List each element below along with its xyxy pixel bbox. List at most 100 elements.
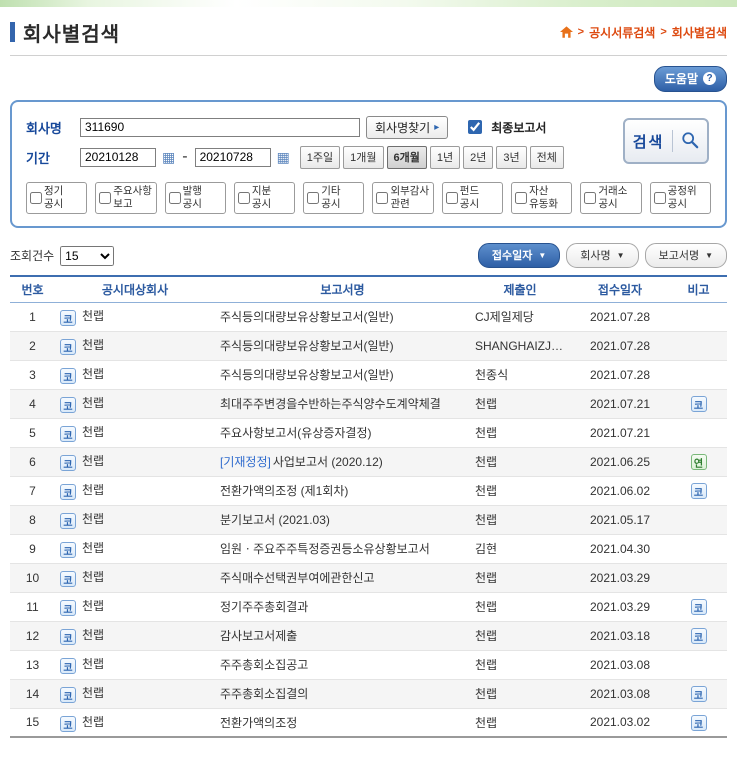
breadcrumb: > 공시서류검색 > 회사별검색 (559, 24, 727, 41)
period-button-6개월[interactable]: 6개월 (386, 145, 427, 169)
category-filter-외부감사[interactable]: 외부감사 관련 (372, 182, 434, 214)
market-badge-icon: 코 (60, 310, 76, 327)
period-label: 기간 (26, 150, 50, 166)
company-link[interactable]: 천랩 (82, 570, 104, 584)
remark-badge-icon[interactable]: 코 (690, 599, 707, 616)
remark-badge-icon[interactable]: 코 (690, 483, 707, 500)
dropdown-arrow-icon: ▼ (705, 250, 713, 260)
category-checkbox[interactable] (307, 192, 320, 204)
category-label-line1: 외부감사 (390, 185, 430, 198)
column-header: 보고서명 (215, 276, 470, 303)
date-from-input[interactable] (80, 147, 156, 167)
correction-tag[interactable]: [기재정정] (220, 455, 271, 469)
period-button-2년[interactable]: 2년 (463, 145, 494, 169)
company-link[interactable]: 천랩 (82, 454, 104, 468)
period-button-1개월[interactable]: 1개월 (343, 145, 384, 169)
search-button-label: 검색 (632, 133, 665, 151)
report-link[interactable]: 주식등의대량보유상황보고서(일반) (220, 368, 394, 382)
category-filter-기타[interactable]: 기타 공시 (303, 182, 365, 214)
sort-button-label: 접수일자 (491, 250, 533, 262)
company-link[interactable]: 천랩 (82, 599, 104, 613)
category-checkbox[interactable] (515, 192, 528, 204)
count-select[interactable]: 15 (60, 245, 115, 266)
report-link[interactable]: 주식등의대량보유상황보고서(일반) (220, 339, 394, 353)
company-link[interactable]: 천랩 (82, 396, 104, 410)
remark-badge-icon[interactable]: 코 (690, 396, 707, 413)
report-link[interactable]: 감사보고서제출 (220, 629, 297, 643)
sort-button-접수일자[interactable]: 접수일자 ▼ (477, 243, 561, 268)
company-link[interactable]: 천랩 (82, 512, 104, 526)
category-filter-발행[interactable]: 발행 공시 (164, 182, 226, 214)
period-button-전체[interactable]: 전체 (529, 145, 564, 169)
company-link[interactable]: 천랩 (82, 367, 104, 381)
period-button-1주일[interactable]: 1주일 (299, 145, 341, 169)
period-button-3년[interactable]: 3년 (496, 145, 527, 169)
company-link[interactable]: 천랩 (82, 483, 104, 497)
report-link[interactable]: 최대주주변경을수반하는주식양수도계약체결 (220, 397, 441, 411)
date-to-input[interactable] (194, 147, 271, 167)
breadcrumb-item-current[interactable]: 회사별검색 (672, 24, 727, 41)
help-button[interactable]: 도움말 ? (653, 66, 727, 92)
report-cell: 주식등의대량보유상황보고서(일반) (215, 360, 470, 390)
calendar-icon[interactable]: ▦ (277, 150, 290, 164)
company-link[interactable]: 천랩 (82, 541, 104, 555)
remark-badge-icon[interactable]: 코 (690, 686, 707, 703)
category-checkbox[interactable] (376, 192, 389, 204)
category-filter-펀드[interactable]: 펀드 공시 (441, 182, 504, 214)
report-link[interactable]: 정기주주총회결과 (220, 600, 308, 614)
category-filter-정기[interactable]: 정기 공시 (26, 182, 88, 214)
breadcrumb-item-search[interactable]: 공시서류검색 (589, 24, 655, 41)
category-checkbox[interactable] (584, 192, 597, 204)
company-link[interactable]: 천랩 (82, 628, 104, 642)
report-link[interactable]: 주요사항보고서(유상증자결정) (220, 426, 372, 440)
report-link[interactable]: 전환가액의조정 (제1회차) (220, 484, 348, 498)
category-filter-공정위[interactable]: 공정위 공시 (649, 182, 711, 214)
remark-cell: 코 (670, 708, 727, 738)
company-link[interactable]: 천랩 (82, 715, 104, 729)
category-checkbox[interactable] (653, 192, 666, 204)
remark-cell: 코 (670, 389, 727, 419)
final-report-checkbox[interactable] (468, 120, 483, 134)
category-filter-자산[interactable]: 자산 유동화 (511, 182, 573, 214)
category-checkbox[interactable] (168, 192, 181, 204)
category-filter-주요사항[interactable]: 주요사항 보고 (95, 182, 157, 214)
company-cell: 코 천랩 (55, 389, 215, 419)
find-company-button[interactable]: 회사명찾기 ▸ (366, 115, 449, 139)
sort-button-회사명[interactable]: 회사명 ▼ (566, 243, 639, 268)
report-link[interactable]: 주식매수선택권부여에관한신고 (220, 571, 375, 585)
row-number-cell: 1 (10, 302, 55, 332)
company-link[interactable]: 천랩 (82, 309, 104, 323)
company-cell: 코 천랩 (55, 476, 215, 506)
company-link[interactable]: 천랩 (82, 686, 104, 700)
report-link[interactable]: 주주총회소집결의 (220, 687, 308, 701)
report-link[interactable]: 주식등의대량보유상황보고서(일반) (220, 310, 394, 324)
remark-cell (670, 505, 727, 535)
category-filter-거래소[interactable]: 거래소 공시 (580, 182, 642, 214)
sort-button-보고서명[interactable]: 보고서명 ▼ (644, 243, 727, 268)
company-link[interactable]: 천랩 (82, 425, 104, 439)
company-link[interactable]: 천랩 (82, 657, 104, 671)
report-link[interactable]: 사업보고서 (2020.12) (273, 455, 383, 469)
title-divider (10, 55, 727, 56)
company-cell: 코 천랩 (55, 360, 215, 390)
calendar-icon[interactable]: ▦ (162, 150, 175, 164)
report-link[interactable]: 분기보고서 (2021.03) (220, 513, 330, 527)
company-input[interactable] (80, 117, 360, 137)
report-link[interactable]: 전환가액의조정 (220, 716, 297, 730)
report-link[interactable]: 임원ㆍ주요주주특정증권등소유상황보고서 (220, 542, 430, 556)
category-checkbox[interactable] (30, 192, 42, 204)
category-filter-지분[interactable]: 지분 공시 (233, 182, 296, 214)
remark-badge-icon[interactable]: 코 (690, 715, 707, 731)
category-label: 펀드 공시 (460, 185, 479, 210)
company-link[interactable]: 천랩 (82, 338, 104, 352)
category-checkbox[interactable] (99, 192, 112, 204)
search-button[interactable]: 검색 (623, 118, 709, 164)
home-icon[interactable] (559, 26, 573, 38)
remark-badge-icon[interactable]: 연 (690, 454, 707, 471)
category-checkbox[interactable] (237, 192, 250, 204)
report-link[interactable]: 주주총회소집공고 (220, 658, 308, 672)
category-checkbox[interactable] (445, 192, 458, 204)
receipt-date-cell: 2021.07.28 (570, 331, 670, 361)
remark-badge-icon[interactable]: 코 (690, 628, 707, 645)
period-button-1년[interactable]: 1년 (429, 145, 461, 169)
